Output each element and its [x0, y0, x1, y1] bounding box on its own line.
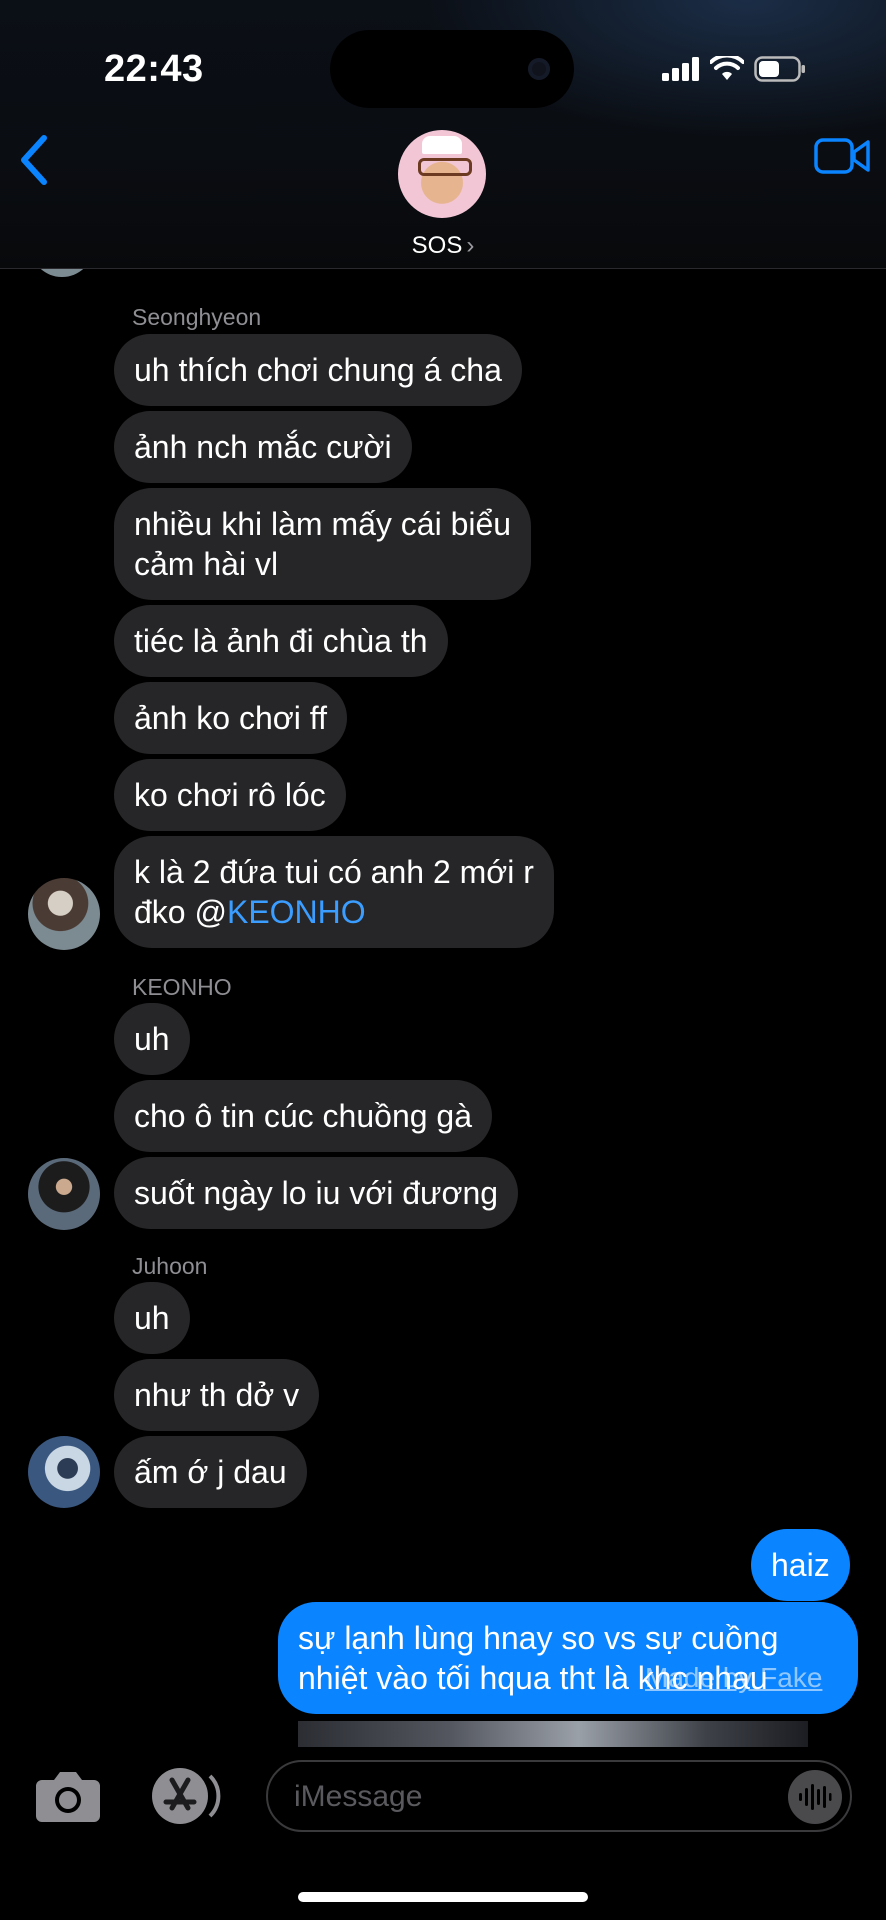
sender-name: Seonghyeon [132, 304, 262, 330]
audio-waveform-icon[interactable] [788, 1770, 842, 1824]
message-text-line: sự lạnh lùng hnay so vs sự cuồng [298, 1620, 779, 1656]
app-store-icon[interactable] [144, 1766, 224, 1826]
message-bubble[interactable]: k là 2 đứa tui có anh 2 mới r đko @KEONH… [114, 836, 554, 948]
chevron-right-icon: › [466, 232, 475, 259]
message-text: đko @ [134, 894, 227, 930]
message-bubble[interactable]: ảnh nch mắc cười [114, 411, 412, 483]
message-text: như th dở v [134, 1377, 300, 1413]
message-input[interactable]: iMessage [266, 1760, 852, 1832]
watermark-text: Made by Fake [645, 1662, 823, 1693]
sender-name: Juhoon [132, 1253, 208, 1279]
video-call-icon[interactable] [814, 136, 870, 176]
sender-name: KEONHO [132, 974, 232, 1000]
message-text: ko chơi rô lóc [134, 777, 326, 813]
message-list[interactable]: Seonghyeon uh thích chơi chung á cha ảnh… [0, 269, 886, 1747]
message-bubble[interactable]: suốt ngày lo iu với đương [114, 1157, 519, 1229]
avatar-hat [422, 136, 462, 154]
message-bubble-outgoing[interactable]: sự lạnh lùng hnay so vs sự cuồng nhiệt v… [278, 1602, 858, 1714]
message-text: ảnh nch mắc cười [134, 429, 392, 465]
status-icons [662, 56, 806, 82]
message-text: uh thích chơi chung á cha [134, 352, 502, 388]
message-bubble[interactable]: uh thích chơi chung á cha [114, 334, 522, 406]
message-text: tiéc là ảnh đi chùa th [134, 623, 428, 659]
message-bubble[interactable]: cho ô tin cúc chuồng gà [114, 1080, 493, 1152]
contact-name-label: SOS [411, 232, 463, 259]
conversation-header: 22:43 SOS › [0, 0, 886, 269]
contact-name[interactable]: SOS › [0, 232, 886, 260]
message-bubble-outgoing[interactable]: haiz [751, 1529, 850, 1601]
message-bubble[interactable]: ko chơi rô lóc [114, 759, 346, 831]
contact-avatar[interactable] [398, 130, 486, 218]
message-text: suốt ngày lo iu với đương [134, 1175, 499, 1211]
message-text-line: đko @KEONHO [134, 892, 534, 932]
status-time: 22:43 [104, 48, 204, 90]
message-text: cho ô tin cúc chuồng gà [134, 1098, 473, 1134]
sender-avatar[interactable] [28, 1158, 100, 1230]
camera-icon[interactable] [34, 1768, 102, 1824]
message-text-line: k là 2 đứa tui có anh 2 mới r [134, 854, 534, 890]
sender-avatar[interactable] [28, 1436, 100, 1508]
avatar-glasses [418, 158, 472, 176]
message-text: uh [134, 1021, 170, 1057]
message-bubble[interactable]: nhiều khi làm mấy cái biểu cảm hài vl [114, 488, 532, 600]
message-text: ấm ớ j dau [134, 1454, 287, 1490]
message-bubble[interactable]: uh [114, 1003, 190, 1075]
front-camera-icon [528, 58, 550, 80]
signal-icon [662, 57, 699, 81]
message-text-line: nhiều khi làm mấy cái biểu [134, 506, 512, 542]
message-text: ảnh ko chơi ff [134, 700, 327, 736]
message-text: uh [134, 1300, 170, 1336]
mention-link[interactable]: KEONHO [227, 894, 366, 930]
wifi-icon [710, 56, 744, 80]
sender-avatar[interactable] [30, 269, 94, 277]
message-bubble[interactable]: tiéc là ảnh đi chùa th [114, 605, 448, 677]
battery-icon [754, 56, 805, 82]
message-input-placeholder: iMessage [294, 1780, 423, 1813]
image-attachment-preview[interactable] [298, 1721, 808, 1747]
message-text-line: cảm hài vl [134, 546, 279, 582]
message-bubble[interactable]: ấm ớ j dau [114, 1436, 307, 1508]
message-bubble[interactable]: uh [114, 1282, 190, 1354]
back-chevron-icon[interactable] [14, 132, 54, 188]
sender-avatar[interactable] [28, 878, 100, 950]
home-indicator[interactable] [298, 1892, 588, 1902]
message-bubble[interactable]: như th dở v [114, 1359, 320, 1431]
message-text: haiz [771, 1547, 830, 1583]
message-bubble[interactable]: ảnh ko chơi ff [114, 682, 347, 754]
dynamic-island [330, 30, 574, 108]
